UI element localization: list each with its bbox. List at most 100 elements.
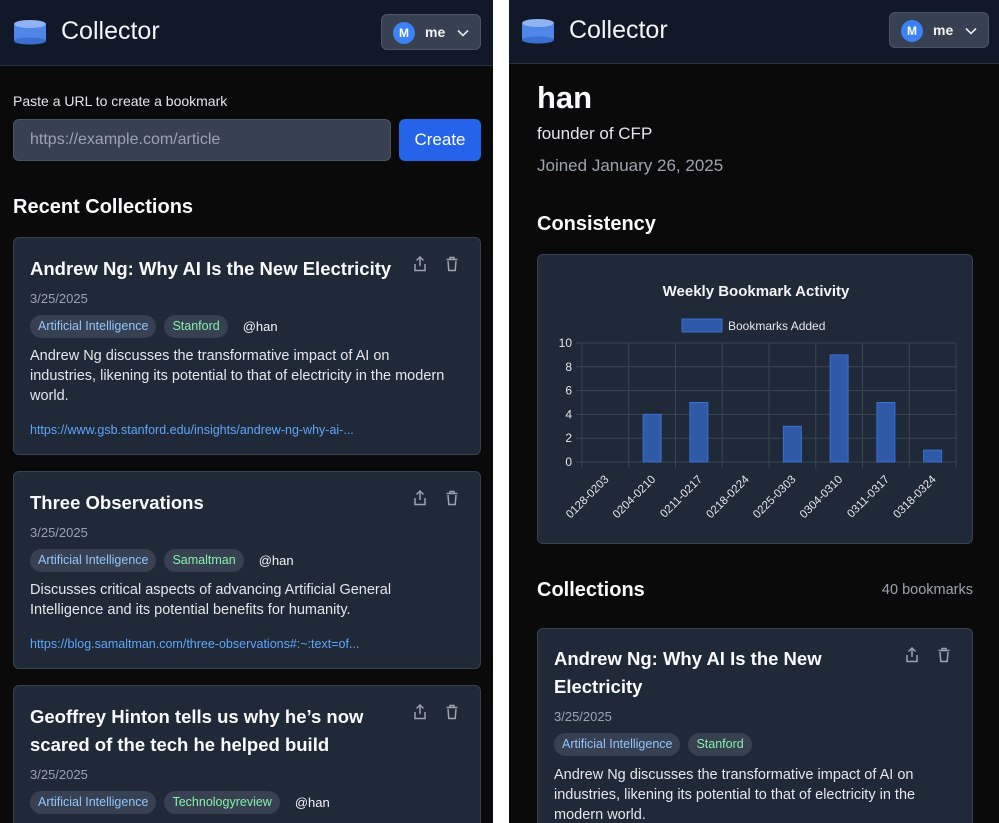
x-tick-label: 0218-0224 xyxy=(704,473,752,521)
card-title[interactable]: Andrew Ng: Why AI Is the New Electricity xyxy=(30,255,391,283)
consistency-title: Consistency xyxy=(537,213,656,235)
description-line: modern world. xyxy=(554,807,646,823)
bar[interactable] xyxy=(782,425,802,463)
user-menu-button[interactable]: M me xyxy=(381,14,481,50)
bar[interactable] xyxy=(829,354,849,463)
card-url-link[interactable]: https://blog.samaltman.com/three-observa… xyxy=(30,637,359,651)
avatar: M xyxy=(901,20,923,42)
bookmark-card[interactable]: Andrew Ng: Why AI Is the New Electricity… xyxy=(13,237,481,455)
share-icon[interactable] xyxy=(412,489,428,507)
profile-bio: founder of CFP xyxy=(537,124,653,143)
description-line: Intelligence and its potential benefits … xyxy=(30,602,351,618)
y-tick-label: 0 xyxy=(565,455,572,469)
x-tick-label: 0225-0303 xyxy=(751,474,798,521)
title-line: Electricity xyxy=(554,676,643,697)
card-tags: Artificial Intelligence Stanford @han xyxy=(30,315,278,338)
database-logo-icon xyxy=(522,19,554,44)
x-tick-label: 0204-0210 xyxy=(611,474,658,521)
card-description: Andrew Ng discusses the transformative i… xyxy=(554,765,915,823)
x-tick-label: 0318-0324 xyxy=(891,473,939,521)
card-tags: Artificial Intelligence Stanford xyxy=(554,733,752,756)
tag[interactable]: Technologyreview xyxy=(164,791,280,814)
description-line: industries, likening its potential to th… xyxy=(30,368,445,384)
legend-label: Bookmarks Added xyxy=(728,319,825,333)
x-tick-label: 0128-0203 xyxy=(564,474,611,521)
x-tick-label: 0311-0317 xyxy=(845,474,892,521)
bookmark-card[interactable]: Andrew Ng: Why AI Is the New Electricity… xyxy=(537,628,973,823)
description-line: world. xyxy=(30,388,69,404)
card-actions xyxy=(412,255,462,275)
trash-icon[interactable] xyxy=(936,646,952,664)
tag[interactable]: Artificial Intelligence xyxy=(30,549,157,572)
bar[interactable] xyxy=(642,413,662,463)
share-icon[interactable] xyxy=(904,646,920,664)
bar[interactable] xyxy=(923,449,943,463)
card-tags: Artificial Intelligence Technologyreview… xyxy=(30,791,330,814)
user-menu-button[interactable]: M me xyxy=(889,12,989,48)
trash-icon[interactable] xyxy=(444,703,460,721)
card-title[interactable]: Three Observations xyxy=(30,489,204,517)
tag[interactable]: Stanford xyxy=(688,733,752,756)
title-line: Andrew Ng: Why AI Is the New xyxy=(554,648,822,669)
x-tick-label: 0211-0217 xyxy=(658,474,705,521)
trash-icon[interactable] xyxy=(444,255,460,273)
tag[interactable]: Stanford xyxy=(164,315,228,338)
app-title[interactable]: Collector xyxy=(569,16,668,45)
user-menu-label: me xyxy=(425,24,446,40)
top-bar: Collector M me xyxy=(509,0,999,64)
chevron-down-icon xyxy=(457,29,469,37)
y-tick-label: 2 xyxy=(565,431,572,445)
profile-joined-date: Joined January 26, 2025 xyxy=(537,156,724,175)
bar[interactable] xyxy=(876,402,896,463)
share-icon[interactable] xyxy=(412,703,428,721)
card-url-link[interactable]: https://www.gsb.stanford.edu/insights/an… xyxy=(30,423,354,437)
tag[interactable]: Artificial Intelligence xyxy=(30,791,157,814)
tag[interactable]: Samaltman xyxy=(164,549,244,572)
card-date: 3/25/2025 xyxy=(30,291,88,306)
create-button[interactable]: Create xyxy=(399,119,481,161)
card-date: 3/25/2025 xyxy=(30,525,88,540)
card-author[interactable]: @han xyxy=(288,795,330,810)
title-line: scared of the tech he helped build xyxy=(30,734,330,755)
profile-name: han xyxy=(537,80,593,115)
card-author[interactable]: @han xyxy=(236,319,278,334)
bookmark-card[interactable]: Three Observations 3/25/2025 Artificial … xyxy=(13,471,481,669)
title-line: Geoffrey Hinton tells us why he’s now xyxy=(30,706,364,727)
tag[interactable]: Artificial Intelligence xyxy=(30,315,157,338)
top-bar: Collector M me xyxy=(0,0,493,66)
user-menu-label: me xyxy=(933,22,954,38)
url-input-label: Paste a URL to create a bookmark xyxy=(13,93,228,109)
card-date: 3/25/2025 xyxy=(554,709,612,724)
card-title[interactable]: Geoffrey Hinton tells us why he’s now sc… xyxy=(30,703,363,759)
recent-collections-title: Recent Collections xyxy=(13,196,194,218)
description-line: industries, likening its potential to th… xyxy=(554,787,916,803)
y-tick-label: 4 xyxy=(565,407,572,421)
card-description: Discusses critical aspects of advancing … xyxy=(30,580,391,620)
bookmark-count: 40 bookmarks xyxy=(881,582,973,598)
url-input[interactable] xyxy=(13,119,391,161)
x-tick-label: 0304-0310 xyxy=(798,474,845,521)
chevron-down-icon xyxy=(965,27,977,35)
right-pane: Collector M me han founder of CFP Joined… xyxy=(509,0,999,823)
y-tick-label: 8 xyxy=(565,360,572,374)
activity-chart-card: Weekly Bookmark Activity Bookmarks Added… xyxy=(537,254,973,544)
app-title[interactable]: Collector xyxy=(61,17,160,46)
database-logo-icon xyxy=(14,20,46,45)
trash-icon[interactable] xyxy=(444,489,460,507)
weekly-activity-chart: Weekly Bookmark Activity Bookmarks Added… xyxy=(559,283,957,521)
left-pane: Collector M me Paste a URL to create a b… xyxy=(0,0,493,823)
card-tags: Artificial Intelligence Samaltman @han xyxy=(30,549,294,572)
bookmark-card[interactable]: Geoffrey Hinton tells us why he’s now sc… xyxy=(13,685,481,823)
y-tick-label: 6 xyxy=(565,384,572,398)
description-line: Andrew Ng discusses the transformative i… xyxy=(30,348,390,364)
card-author[interactable]: @han xyxy=(252,553,294,568)
y-tick-label: 10 xyxy=(559,336,573,350)
tag[interactable]: Artificial Intelligence xyxy=(554,733,681,756)
legend-swatch xyxy=(681,318,723,333)
card-description: Andrew Ng discusses the transformative i… xyxy=(30,346,444,406)
bar[interactable] xyxy=(689,402,709,463)
card-actions xyxy=(904,646,954,666)
share-icon[interactable] xyxy=(412,255,428,273)
card-title[interactable]: Andrew Ng: Why AI Is the New Electricity xyxy=(554,645,822,701)
collections-title: Collections xyxy=(537,579,645,601)
